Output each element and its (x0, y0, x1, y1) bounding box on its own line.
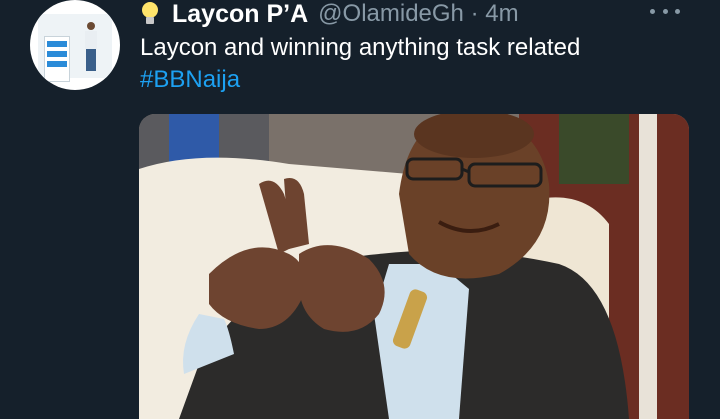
tweet-header: Laycon P’A @OlamideGh · 4m (140, 0, 519, 28)
display-name[interactable]: Laycon P’A (172, 0, 308, 29)
hashtag-link[interactable]: #BBNaija (140, 64, 700, 96)
tweet-media-photo[interactable] (139, 114, 689, 419)
separator-dot: · (470, 0, 479, 27)
tweet[interactable]: Laycon P’A @OlamideGh · 4m Laycon and wi… (0, 0, 720, 419)
timestamp[interactable]: 4m (485, 0, 518, 27)
avatar-banner-graphic (44, 36, 70, 82)
tweet-text: Laycon and winning anything task related… (140, 32, 700, 96)
avatar[interactable] (30, 0, 120, 90)
user-handle[interactable]: @OlamideGh · 4m (318, 0, 518, 28)
tweet-text-line: Laycon and winning anything task related (140, 34, 581, 61)
more-options-icon[interactable] (650, 4, 680, 18)
avatar-photo (38, 14, 112, 82)
photo-illustration (139, 114, 689, 419)
avatar-person-figure (82, 22, 100, 74)
light-bulb-icon (140, 2, 160, 26)
